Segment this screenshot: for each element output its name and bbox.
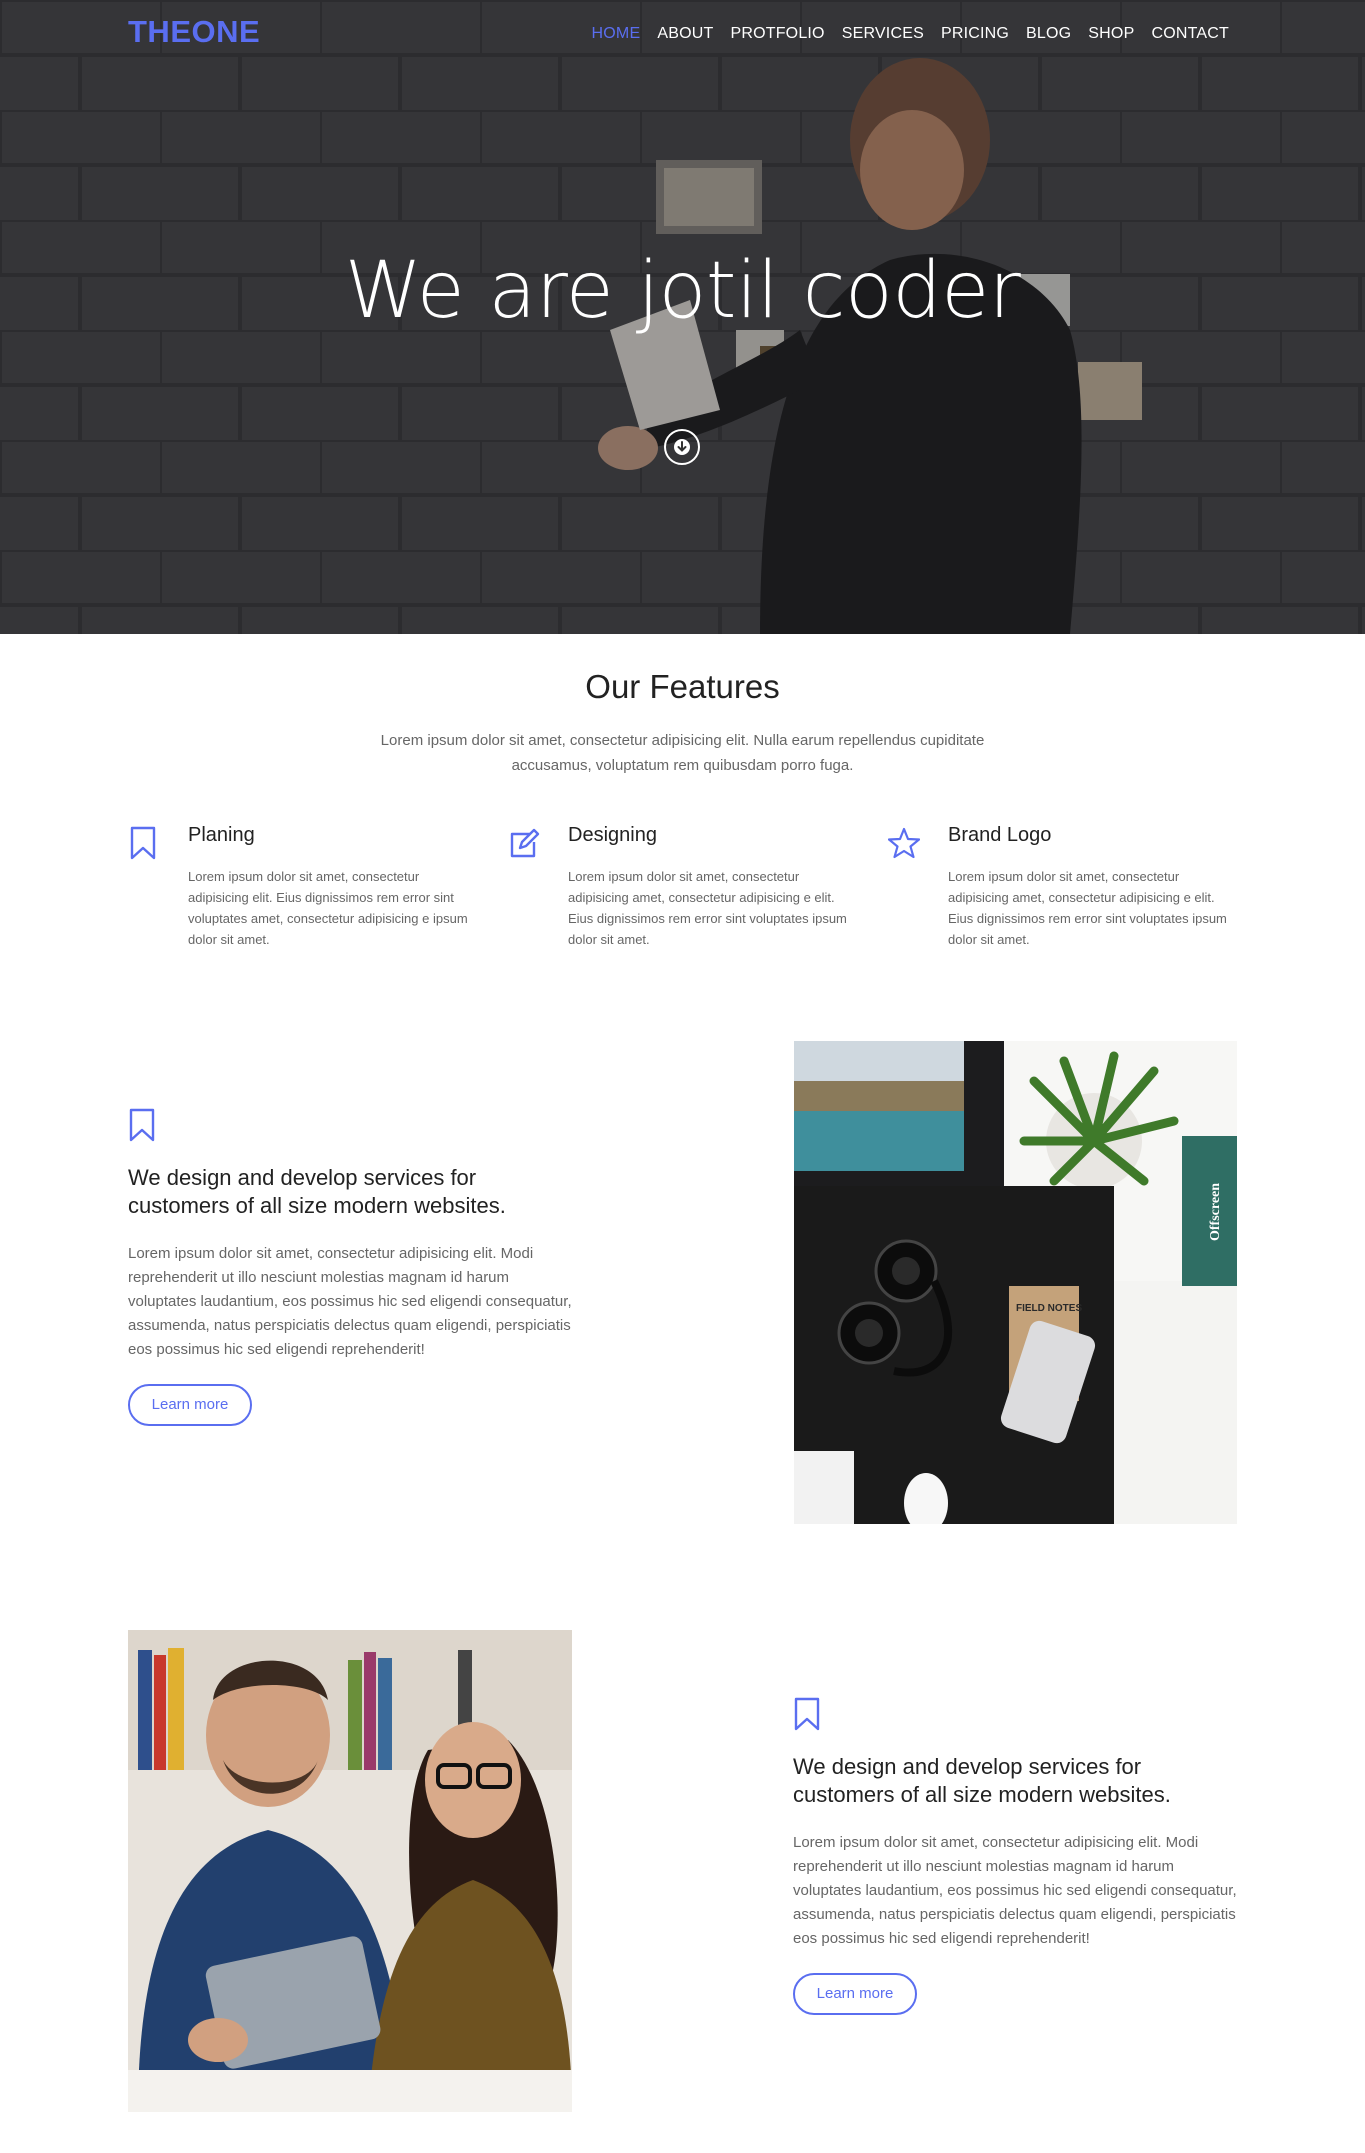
hero-title: We are jotil coder: [344, 246, 1021, 336]
nav-contact[interactable]: CONTACT: [1151, 25, 1229, 43]
notebook-label: FIELD NOTES: [1016, 1303, 1082, 1314]
hero-section: THEONE HOME ABOUT PROTFOLIO SERVICES PRI…: [0, 0, 1365, 634]
service-title: We design and develop services for custo…: [128, 1165, 506, 1218]
feature-title: Brand Logo: [948, 824, 1052, 846]
nav-about[interactable]: ABOUT: [657, 25, 713, 43]
features-subtitle: Lorem ipsum dolor sit amet, consectetur …: [380, 732, 985, 774]
nav-portfolio[interactable]: PROTFOLIO: [730, 25, 824, 43]
team-image: [128, 1630, 572, 2112]
learn-more-button[interactable]: Learn more: [128, 1384, 252, 1426]
desk-photo: Offscreen FIELD NOTES: [794, 1041, 1237, 1524]
service-title: We design and develop services for custo…: [793, 1754, 1171, 1807]
feature-text: Lorem ipsum dolor sit amet, consectetur …: [948, 869, 1227, 947]
main-nav: HOME ABOUT PROTFOLIO SERVICES PRICING BL…: [575, 25, 1229, 43]
arrow-down-icon: [674, 439, 690, 455]
bookmark-icon: [794, 1697, 820, 1731]
bookmark-icon: [130, 826, 156, 860]
learn-more-button[interactable]: Learn more: [793, 1973, 917, 2015]
edit-icon: [510, 828, 540, 858]
service-block-1: We design and develop services for custo…: [128, 1108, 578, 1426]
feature-text: Lorem ipsum dolor sit amet, consectetur …: [188, 869, 468, 947]
service-text: Lorem ipsum dolor sit amet, consectetur …: [793, 1834, 1237, 1947]
nav-home[interactable]: HOME: [592, 25, 641, 43]
site-logo[interactable]: THEONE: [128, 14, 260, 50]
desk-image: Offscreen FIELD NOTES: [794, 1041, 1237, 1524]
features-title: Our Features: [585, 668, 780, 705]
scroll-down-button[interactable]: [664, 429, 700, 465]
nav-pricing[interactable]: PRICING: [941, 25, 1009, 43]
feature-text: Lorem ipsum dolor sit amet, consectetur …: [568, 869, 847, 947]
feature-title: Planing: [188, 824, 255, 846]
nav-blog[interactable]: BLOG: [1026, 25, 1071, 43]
feature-title: Designing: [568, 824, 657, 846]
service-block-2: We design and develop services for custo…: [793, 1697, 1243, 2015]
service-text: Lorem ipsum dolor sit amet, consectetur …: [128, 1245, 572, 1358]
team-photo: [128, 1630, 572, 2112]
book-spine-label: Offscreen: [1208, 1183, 1223, 1241]
nav-services[interactable]: SERVICES: [842, 25, 924, 43]
nav-shop[interactable]: SHOP: [1088, 25, 1134, 43]
star-icon: [888, 827, 920, 859]
bookmark-icon: [129, 1108, 155, 1142]
